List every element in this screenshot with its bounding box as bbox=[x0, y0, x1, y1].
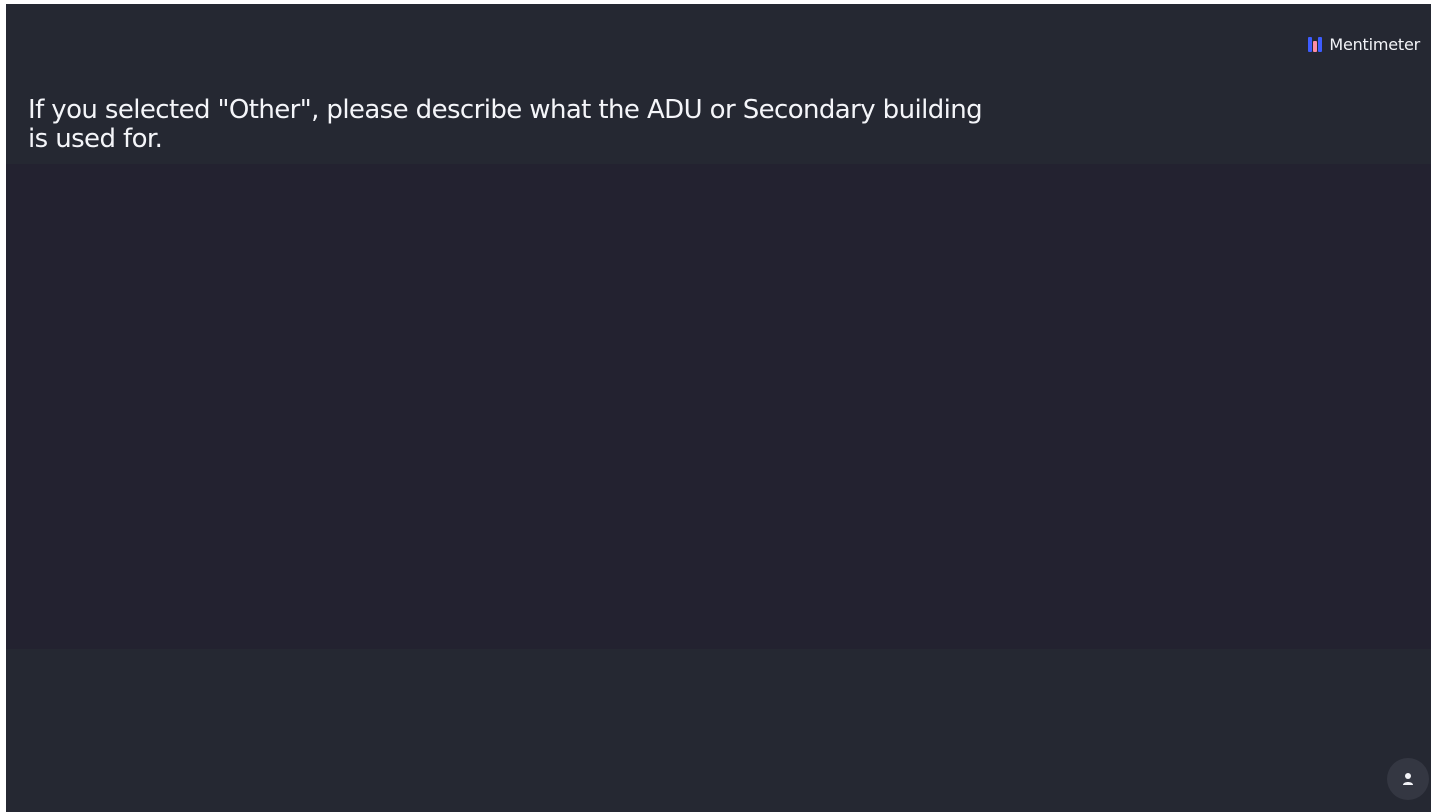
participant-button[interactable] bbox=[1387, 758, 1429, 800]
mentimeter-logo: Mentimeter bbox=[1308, 35, 1420, 54]
mentimeter-logo-icon bbox=[1308, 37, 1323, 52]
question-title: If you selected "Other", please describe… bbox=[28, 95, 983, 154]
open-ended-results-area bbox=[6, 164, 1431, 649]
presentation-slide: Mentimeter If you selected "Other", plea… bbox=[6, 4, 1431, 812]
brand-name: Mentimeter bbox=[1329, 35, 1420, 54]
slide-footer bbox=[6, 649, 1431, 812]
person-icon bbox=[1403, 773, 1413, 785]
